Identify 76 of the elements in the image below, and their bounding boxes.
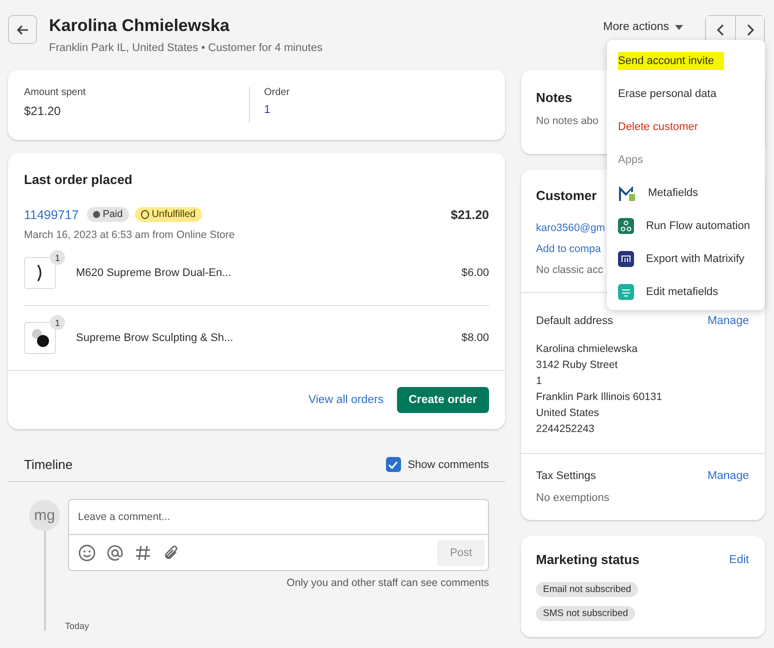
address-line: 2244252243	[536, 422, 596, 437]
notes-text: No notes abo	[536, 115, 598, 127]
status-badge: Paid	[86, 207, 129, 222]
stat-value: $21.20	[24, 104, 62, 118]
status-badge: Email not subscribed	[536, 582, 638, 597]
address-line: 3142 Ruby Street	[536, 358, 619, 373]
card-title: Notes	[536, 90, 572, 105]
product-name: Supreme Brow Sculpting & Sh...	[76, 332, 234, 344]
emoji-icon[interactable]	[78, 544, 96, 562]
address-line: United States	[536, 406, 600, 421]
order-number-link[interactable]: 11499717	[24, 208, 79, 222]
chevron-left-icon	[716, 24, 724, 36]
quantity-badge: 1	[50, 250, 65, 265]
menu-item[interactable]: Delete customer	[607, 110, 765, 143]
create-order-button[interactable]: Create order	[396, 387, 489, 413]
order-date: March 16, 2023 at 6:53 am from Online Store	[24, 229, 236, 241]
checkbox[interactable]	[386, 457, 401, 472]
hashtag-icon[interactable]	[134, 544, 152, 562]
mention-icon[interactable]	[106, 544, 124, 562]
timeline-title: Timeline	[24, 457, 73, 472]
manage-link[interactable]: Manage	[707, 315, 749, 327]
stat-label: Amount spent	[24, 87, 87, 98]
product-name: M620 Supreme Brow Dual-En...	[76, 267, 232, 279]
menu-label: Run Flow automation	[646, 220, 750, 232]
card-title: Customer	[536, 188, 597, 203]
back-button[interactable]	[8, 15, 37, 44]
quantity-badge: 1	[50, 315, 65, 330]
menu-label: Export with Matrixify	[646, 252, 744, 264]
status-badge: SMS not subscribed	[536, 606, 636, 621]
address-line: 1	[536, 374, 543, 389]
menu-label: Delete customer	[618, 120, 698, 132]
manage-link[interactable]: Manage	[707, 470, 749, 482]
stat-label: Order	[264, 87, 291, 98]
menu-label: Erase personal data	[618, 88, 716, 100]
account-status: No classic acc	[536, 264, 604, 276]
comment-field[interactable]: Leave a comment...	[68, 499, 489, 535]
menu-label: Metafields	[648, 186, 698, 198]
flow-app-icon	[618, 218, 634, 234]
comment-hint: Only you and other staff can see comments	[286, 577, 489, 589]
caret-icon	[675, 24, 683, 30]
stat-value[interactable]: 1	[264, 104, 477, 116]
avatar: mg	[29, 500, 60, 531]
date-label: Today	[65, 621, 90, 631]
tax-status: No exemptions	[536, 492, 610, 504]
more-actions-button[interactable]: More actions	[603, 21, 693, 33]
check-icon	[388, 460, 398, 468]
highlighted-text: Send account invite	[618, 52, 724, 70]
paperclip-icon[interactable]	[162, 544, 180, 562]
section-title: Tax Settings	[536, 470, 596, 482]
view-all-orders-link[interactable]: View all orders	[308, 394, 384, 406]
menu-item[interactable]: Send account invite	[607, 44, 765, 77]
card-title: Marketing status	[536, 552, 640, 567]
edit-link[interactable]: Edit	[729, 554, 749, 566]
card-title: Last order placed	[24, 172, 132, 187]
customer-name: Karolina Chmielewska	[49, 16, 230, 36]
checkbox-label: Show comments	[408, 458, 489, 470]
address-line: Franklin Park Illinois 60131	[536, 390, 664, 405]
app-menu-item[interactable]: Metafields	[607, 176, 765, 209]
section-title: Default address	[536, 315, 614, 327]
chevron-right-icon	[746, 24, 754, 36]
list-app-icon	[618, 284, 634, 300]
product-price: $6.00	[461, 267, 489, 279]
address-line: Karolina chmielewska	[536, 342, 639, 357]
status-badge: Unfulfilled	[134, 207, 202, 222]
app-menu-item[interactable]: Export with Matrixify	[607, 242, 765, 275]
app-menu-item[interactable]: Run Flow automation	[607, 209, 765, 242]
menu-item[interactable]: Erase personal data	[607, 77, 765, 110]
menu-section-label: Apps	[618, 154, 644, 166]
order-total: $21.20	[450, 208, 489, 222]
m-logo-icon	[618, 184, 636, 202]
app-menu-item[interactable]: Edit metafields	[607, 275, 765, 308]
table-app-icon	[618, 250, 634, 266]
customer-subtitle: Franklin Park IL, United States • Customer for 4 minutes	[49, 42, 324, 54]
product-price: $8.00	[461, 332, 489, 344]
post-button[interactable]: Post	[436, 540, 485, 566]
menu-label: Edit metafields	[646, 286, 718, 298]
